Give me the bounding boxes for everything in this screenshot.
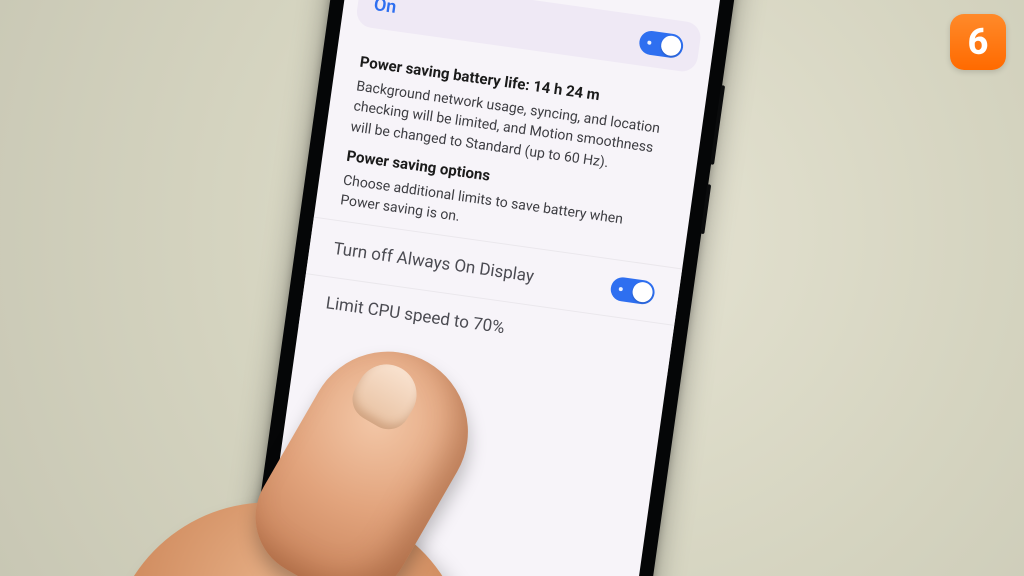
watermark-badge: 6 (950, 14, 1006, 70)
photo-scene: 6 8:08 (0, 0, 1024, 576)
toggle-knob (660, 34, 683, 57)
screen: 8:08 12% (250, 0, 730, 576)
watermark-text: 6 (968, 21, 989, 63)
phone-frame: 8:08 12% (234, 0, 746, 576)
master-toggle-label: On (373, 0, 398, 18)
phone-wrapper: 8:08 12% (234, 0, 746, 576)
more-button[interactable]: ⋮ (679, 0, 706, 6)
toggle-knob (631, 281, 654, 304)
side-button (700, 184, 711, 234)
option-toggle-aod[interactable] (609, 276, 656, 306)
master-toggle-switch[interactable] (638, 29, 685, 59)
side-button (710, 85, 725, 165)
